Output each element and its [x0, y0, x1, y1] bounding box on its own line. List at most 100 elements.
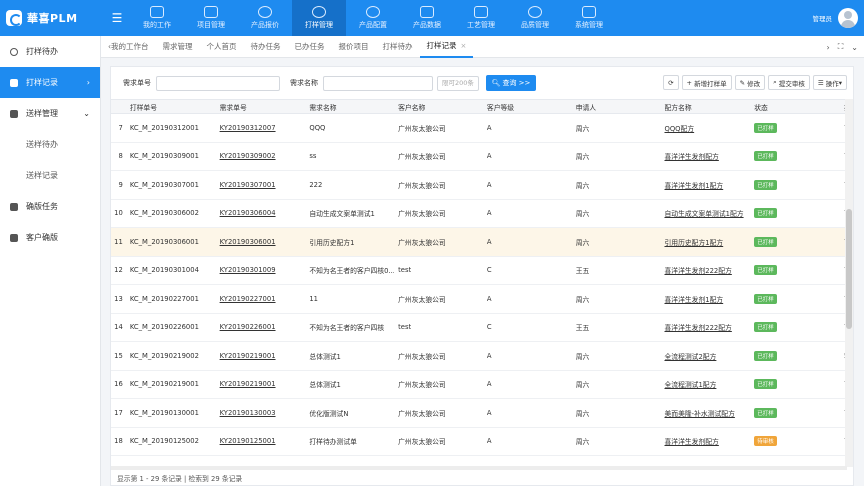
tab-todo-tasks[interactable]: 待办任务 — [244, 36, 288, 58]
chevron-right-icon[interactable]: › — [826, 43, 829, 52]
submit-review-button[interactable]: ⌕ 提交审核 — [768, 75, 810, 90]
table-row[interactable]: 9 KC_M_20190307001 KY20190307001 222 广州灰太狼公司… — [111, 171, 846, 200]
fullscreen-icon[interactable]: ⛶ — [838, 42, 844, 52]
cell-formula-name[interactable]: 喜洋洋生发剂1配方 — [660, 294, 750, 304]
close-icon[interactable]: × — [461, 42, 467, 50]
cell-demand-no-link[interactable]: KY20190125001 — [220, 437, 276, 445]
nav-process-management[interactable]: 工艺管理 — [454, 0, 508, 36]
cell-demand-no[interactable]: KY20190301009 — [216, 266, 306, 274]
column-customer-name[interactable]: 客户名称 — [394, 102, 483, 112]
table-row[interactable]: 18 KC_M_20190125002 KY20190125001 打样待办测试单 广州… — [111, 428, 846, 456]
tab-done-tasks[interactable]: 已办任务 — [288, 36, 332, 58]
cell-demand-no[interactable]: KY20190219001 — [216, 380, 306, 388]
sidebar-item-delivery-todo[interactable]: 送样待办 — [0, 129, 100, 160]
nav-project-management[interactable]: 项目管理 — [184, 0, 238, 36]
cell-formula-name-link[interactable]: 喜洋洋生发剂222配方 — [664, 324, 731, 332]
column-status[interactable]: 状态 — [750, 102, 840, 112]
chevron-down-icon[interactable]: ⌄ — [851, 43, 858, 52]
cell-formula-name-link[interactable]: 全流程测试1配方 — [664, 381, 716, 389]
cell-demand-no[interactable]: KY20190227001 — [216, 295, 306, 303]
sidebar-item-customer-confirm[interactable]: 客户确版 — [0, 222, 100, 253]
cell-demand-no[interactable]: KY20190130003 — [216, 409, 306, 417]
cell-formula-name[interactable]: 全流程测试1配方 — [660, 379, 750, 389]
cell-formula-name[interactable]: 喜洋洋生发剂1配方 — [660, 180, 750, 190]
avatar[interactable] — [838, 8, 858, 28]
column-customer-grade[interactable]: 客户等级 — [483, 102, 572, 112]
vertical-scrollbar[interactable] — [845, 99, 853, 467]
cell-demand-no[interactable]: KY20190125001 — [216, 437, 306, 445]
nav-sample-management[interactable]: 打样管理 — [292, 0, 346, 36]
cell-demand-no[interactable]: KY20190219001 — [216, 352, 306, 360]
demand-no-input[interactable] — [156, 75, 280, 91]
nav-my-work[interactable]: 我的工作 — [130, 0, 184, 36]
user-menu[interactable]: 管理员 — [813, 0, 858, 36]
cell-formula-name-link[interactable]: 喜洋洋生发剂配方 — [664, 153, 718, 161]
sidebar-item-confirm-task[interactable]: 确版任务 — [0, 191, 100, 222]
table-row[interactable]: 16 KC_M_20190219001 KY20190219001 总体测试1 广州灰太… — [111, 371, 846, 399]
cell-formula-name[interactable]: 自动生成文案单测试1配方 — [660, 208, 750, 218]
cell-demand-no-link[interactable]: KY20190226001 — [220, 323, 276, 331]
cell-demand-no-link[interactable]: KY20190309002 — [220, 152, 276, 160]
cell-demand-no-link[interactable]: KY20190307001 — [220, 181, 276, 189]
demand-name-input[interactable] — [323, 75, 433, 91]
tab-quote-projects[interactable]: 报价项目 — [332, 36, 376, 58]
cell-formula-name-link[interactable]: 喜洋洋生发剂配方 — [664, 438, 718, 446]
tab-demand-management[interactable]: 需求管理 — [156, 36, 200, 58]
nav-system-management[interactable]: 系统管理 — [562, 0, 616, 36]
tab-personal-home[interactable]: 个人首页 — [200, 36, 244, 58]
cell-formula-name-link[interactable]: 引用历史配方1配方 — [664, 239, 723, 247]
sidebar-item-delivery-records[interactable]: 送样记录 — [0, 160, 100, 191]
horizontal-scrollbar[interactable] — [111, 466, 847, 470]
cell-formula-name-link[interactable]: QQQ配方 — [664, 125, 694, 133]
table-row[interactable]: 8 KC_M_20190309001 KY20190309002 ss 广州灰太狼公司 A… — [111, 143, 846, 171]
scrollbar-thumb[interactable] — [846, 209, 852, 329]
column-sample-no[interactable]: 打样单号 — [126, 102, 216, 112]
search-button[interactable]: 🔍︎ 查询 >> — [486, 75, 536, 91]
table-row[interactable]: 10 KC_M_20190306002 KY20190306004 自动生成文案单测试… — [111, 200, 846, 228]
cell-demand-no-link[interactable]: KY20190219001 — [220, 380, 276, 388]
sidebar-item-sample-todo[interactable]: 打样待办 — [0, 36, 100, 67]
cell-demand-no-link[interactable]: KY20190312007 — [220, 124, 276, 132]
tab-sample-todo[interactable]: 打样待办 — [376, 36, 420, 58]
column-demand-no[interactable]: 需求单号 — [216, 102, 306, 112]
cell-demand-no-link[interactable]: KY20190306001 — [220, 238, 276, 246]
cell-demand-no[interactable]: KY20190312007 — [216, 124, 306, 132]
table-row[interactable]: 12 KC_M_20190301004 KY20190301009 不知为名王者的客户… — [111, 257, 846, 285]
table-row[interactable]: 11 KC_M_20190306001 KY20190306001 引用历史配方1 广州… — [111, 228, 846, 257]
nav-product-config[interactable]: 产品配置 — [346, 0, 400, 36]
cell-formula-name-link[interactable]: 喜洋洋生发剂1配方 — [664, 296, 723, 304]
cell-demand-no[interactable]: KY20190309002 — [216, 152, 306, 160]
cell-demand-no-link[interactable]: KY20190219001 — [220, 352, 276, 360]
table-row[interactable]: 14 KC_M_20190226001 KY20190226001 不知为名王者的客户… — [111, 314, 846, 342]
cell-formula-name-link[interactable]: 喜洋洋生发剂222配方 — [664, 267, 731, 275]
cell-formula-name[interactable]: 喜洋洋生发剂222配方 — [660, 265, 750, 275]
cell-demand-no[interactable]: KY20190306004 — [216, 209, 306, 217]
cell-demand-no-link[interactable]: KY20190227001 — [220, 295, 276, 303]
sidebar-item-delivery-management[interactable]: 送样管理 ⌄ — [0, 98, 100, 129]
cell-demand-no-link[interactable]: KY20190301009 — [220, 266, 276, 274]
cell-formula-name[interactable]: 喜洋洋生发剂配方 — [660, 151, 750, 161]
tab-my-workbench[interactable]: ‹ 我的工作台 — [101, 36, 156, 58]
cell-demand-no[interactable]: KY20190226001 — [216, 323, 306, 331]
cell-demand-no[interactable]: KY20190306001 — [216, 238, 306, 246]
brand-logo[interactable]: 華喜PLM — [0, 0, 100, 36]
cell-demand-no[interactable]: KY20190307001 — [216, 181, 306, 189]
tab-sample-records[interactable]: 打样记录 × — [419, 36, 474, 58]
cell-demand-no-link[interactable]: KY20190130003 — [220, 409, 276, 417]
cell-formula-name-link[interactable]: 全流程测试2配方 — [664, 353, 716, 361]
cell-demand-no-link[interactable]: KY20190306004 — [220, 209, 276, 217]
cell-formula-name[interactable]: 喜洋洋生发剂配方 — [660, 436, 750, 446]
menu-toggle-icon[interactable]: ☰ — [106, 0, 128, 36]
column-demand-name[interactable]: 需求名称 — [305, 102, 394, 112]
column-formula-name[interactable]: 配方名称 — [660, 102, 750, 112]
cell-formula-name[interactable]: 喜洋洋生发剂222配方 — [660, 322, 750, 332]
table-row[interactable]: 15 KC_M_20190219002 KY20190219001 总体测试1 广州灰太… — [111, 342, 846, 371]
cell-formula-name-link[interactable]: 喜洋洋生发剂1配方 — [664, 182, 723, 190]
cell-formula-name-link[interactable]: 美而美隆-补水测试配方 — [664, 410, 734, 418]
add-sample-button[interactable]: + 新增打样单 — [681, 75, 732, 90]
sidebar-item-sample-records[interactable]: 打样记录 › — [0, 67, 100, 98]
operations-dropdown[interactable]: ☰ 操作 ▾ — [812, 75, 847, 90]
nav-quality-management[interactable]: 品质管理 — [508, 0, 562, 36]
cell-formula-name[interactable]: 引用历史配方1配方 — [660, 237, 750, 247]
table-row[interactable]: 13 KC_M_20190227001 KY20190227001 11 广州灰太狼公司… — [111, 285, 846, 314]
